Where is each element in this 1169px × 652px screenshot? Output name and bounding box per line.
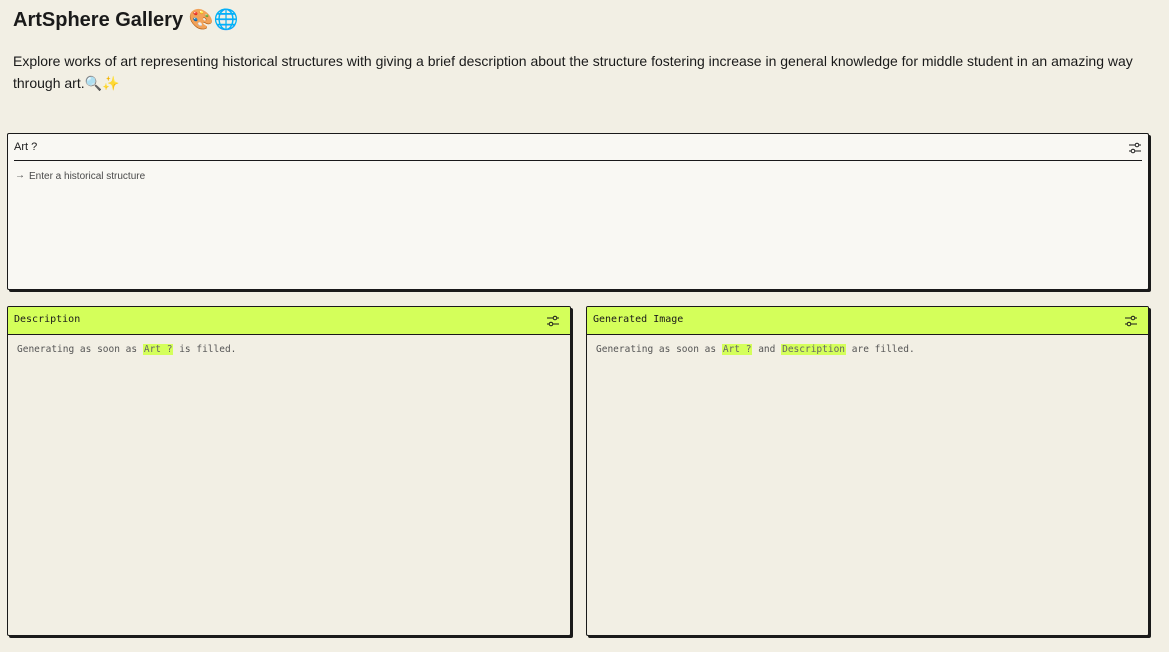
art-input-field[interactable] (29, 170, 1109, 182)
art-input-row: → (15, 170, 1109, 182)
description-label: Description (14, 314, 81, 325)
app-description: Explore works of art representing histor… (13, 53, 1133, 91)
description-status: Generating as soon as Art ? is filled. (17, 344, 561, 356)
generated-image-label: Generated Image (593, 314, 684, 325)
app-title: ArtSphere Gallery 🎨🌐 (13, 9, 239, 31)
generated-image-panel: Generated Image Generating as soon as Ar… (586, 306, 1149, 636)
generated-image-status: Generating as soon as Art ? and Descript… (596, 344, 1139, 356)
arrow-right-icon: → (15, 170, 25, 181)
ref-art-chip: Art ? (142, 344, 174, 355)
status-prefix: Generating as soon as (596, 344, 717, 355)
description-header: Description (8, 307, 570, 335)
settings-sliders-icon[interactable] (1124, 314, 1138, 327)
ref-description-chip: Description (781, 344, 847, 355)
status-prefix: Generating as soon as (17, 344, 138, 355)
status-suffix: are filled. (851, 344, 915, 355)
settings-sliders-icon[interactable] (1128, 141, 1142, 154)
settings-sliders-icon[interactable] (546, 314, 560, 327)
art-input-label: Art ? (14, 141, 38, 153)
ref-art-chip: Art ? (721, 344, 753, 355)
generated-image-header: Generated Image (587, 307, 1148, 335)
art-input-panel: Art ? → (7, 133, 1149, 290)
status-suffix: is filled. (179, 344, 237, 355)
description-panel: Description Generating as soon as Art ? … (7, 306, 571, 636)
art-input-header: Art ? (14, 134, 1142, 161)
status-joiner: and (758, 344, 776, 355)
